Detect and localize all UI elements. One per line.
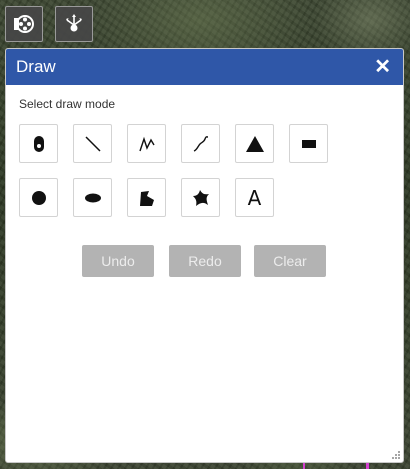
polygon-icon (139, 190, 154, 206)
draw-mode-text-button[interactable]: A (235, 178, 274, 217)
draw-mode-triangle-button[interactable] (235, 124, 274, 163)
redo-button[interactable]: Redo (169, 245, 241, 277)
share-tool-button[interactable] (55, 6, 93, 42)
network-share-icon (66, 14, 82, 32)
draw-mode-point-button[interactable] (19, 124, 58, 163)
draw-mode-rectangle-button[interactable] (289, 124, 328, 163)
draw-mode-label: Select draw mode (19, 97, 116, 111)
draw-mode-freehand-line-button[interactable] (181, 124, 220, 163)
layers-tool-button[interactable] (5, 6, 43, 42)
text-icon: A (247, 185, 262, 210)
point-icon (33, 135, 44, 152)
panel-header: Draw ✕ (6, 49, 403, 85)
draw-mode-polyline-button[interactable] (127, 124, 166, 163)
circle-icon (31, 190, 46, 205)
draw-mode-polygon-button[interactable] (127, 178, 166, 217)
clear-button[interactable]: Clear (254, 245, 326, 277)
rectangle-icon (301, 139, 316, 148)
line-icon (84, 135, 101, 152)
draw-panel: Draw ✕ Select draw mode A Undo Redo Clea… (5, 48, 404, 463)
freehand-polyline-icon (193, 135, 208, 152)
panel-title: Draw (16, 57, 56, 76)
draw-mode-line-button[interactable] (73, 124, 112, 163)
close-icon[interactable]: ✕ (374, 57, 391, 77)
ellipse-icon (84, 193, 101, 202)
freehand-polygon-icon (192, 189, 209, 206)
layer-list-icon (14, 15, 34, 33)
draw-mode-circle-button[interactable] (19, 178, 58, 217)
draw-mode-freehand-polygon-button[interactable] (181, 178, 220, 217)
triangle-icon (245, 135, 264, 152)
undo-button[interactable]: Undo (82, 245, 154, 277)
resize-handle-icon[interactable] (391, 450, 401, 460)
polyline-icon (138, 136, 155, 151)
draw-mode-ellipse-button[interactable] (73, 178, 112, 217)
